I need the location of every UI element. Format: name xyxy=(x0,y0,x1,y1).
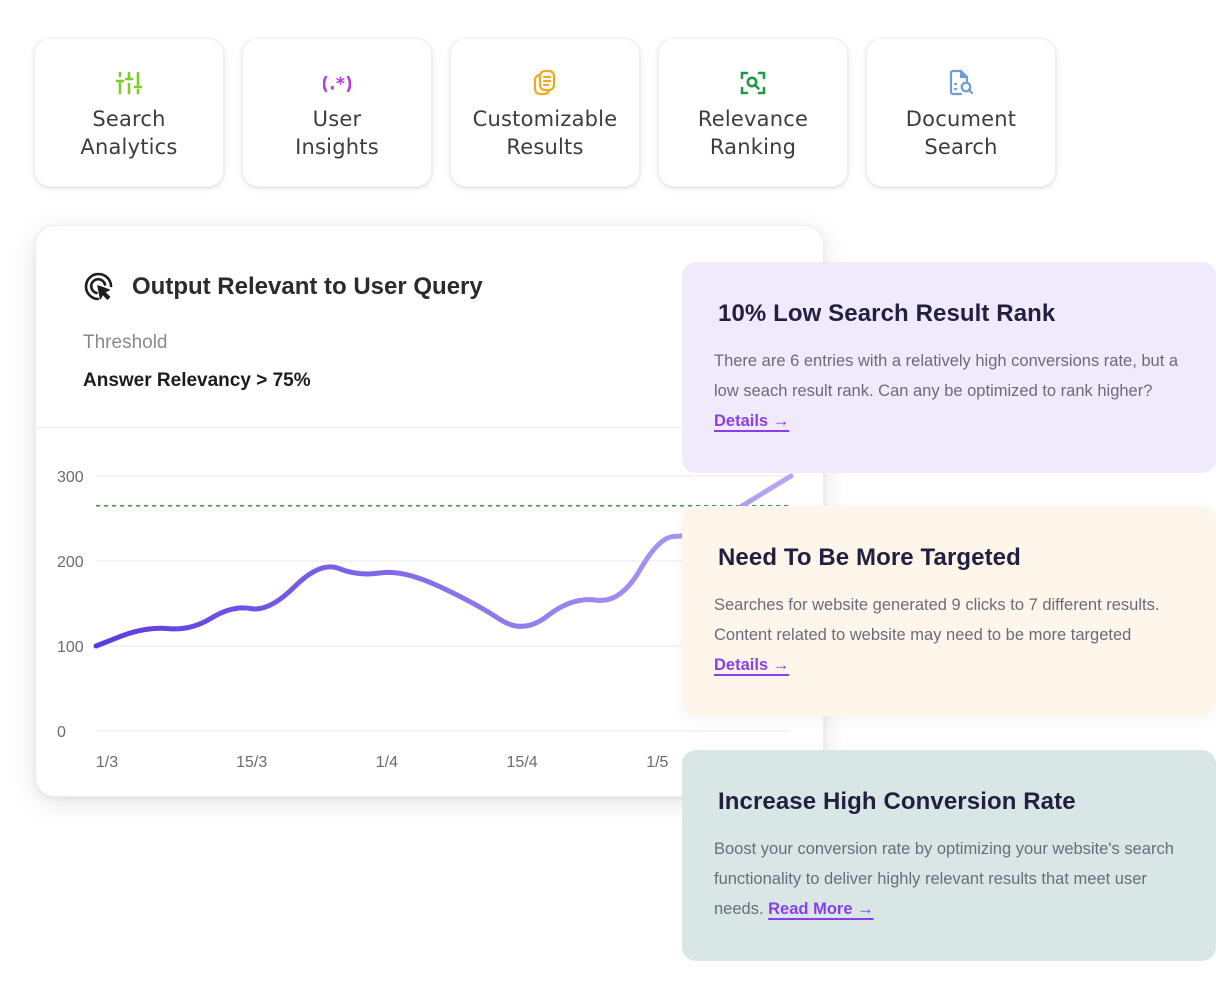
read-more-link[interactable]: Read More → xyxy=(768,900,873,918)
x-tick-label: 15/3 xyxy=(236,754,267,771)
insight-title: Need To Be More Targeted xyxy=(718,544,1021,571)
feature-label: Relevance Ranking xyxy=(697,107,809,159)
insight-card-conversion: Increase High Conversion Rate Boost your… xyxy=(682,750,1216,961)
feature-relevance-ranking[interactable]: Relevance Ranking xyxy=(658,38,848,187)
details-link[interactable]: Details → xyxy=(714,412,789,430)
feature-user-insights[interactable]: (.*) UserInsights xyxy=(242,38,432,187)
svg-text:(.*): (.*) xyxy=(323,75,351,95)
feature-customizable-results[interactable]: Customizable Results xyxy=(450,38,640,187)
insight-card-targeted: Need To Be More Targeted Searches for we… xyxy=(682,506,1216,716)
feature-label: Document Search xyxy=(905,107,1017,159)
insight-title: 10% Low Search Result Rank xyxy=(718,300,1056,327)
feature-label: Search Analytics xyxy=(80,107,178,159)
sliders-icon xyxy=(115,69,143,97)
y-tick-label: 300 xyxy=(57,469,84,486)
insight-body: Searches for website generated 9 clicks … xyxy=(714,590,1184,680)
insight-body: There are 6 entries with a relatively hi… xyxy=(714,346,1184,436)
insight-card-low-rank: 10% Low Search Result Rank There are 6 e… xyxy=(682,262,1216,473)
regex-icon: (.*) xyxy=(323,69,351,97)
insight-body-text: There are 6 entries with a relatively hi… xyxy=(714,352,1179,400)
file-search-icon xyxy=(947,69,975,97)
insight-body-text: Searches for website generated 9 clicks … xyxy=(714,596,1160,644)
feature-label: Customizable Results xyxy=(472,107,618,159)
insight-body: Boost your conversion rate by optimizing… xyxy=(714,834,1184,924)
y-tick-label: 200 xyxy=(57,554,84,571)
insight-title: Increase High Conversion Rate xyxy=(718,788,1076,815)
y-tick-label: 100 xyxy=(57,639,84,656)
documents-icon xyxy=(531,69,559,97)
x-tick-label: 1/3 xyxy=(96,754,118,771)
x-tick-label: 15/4 xyxy=(507,754,538,771)
x-tick-label: 1/5 xyxy=(646,754,668,771)
x-tick-label: 1/4 xyxy=(376,754,398,771)
feature-search-analytics[interactable]: Search Analytics xyxy=(34,38,224,187)
y-tick-label: 0 xyxy=(57,724,66,741)
feature-document-search[interactable]: Document Search xyxy=(866,38,1056,187)
feature-label: User Insights xyxy=(295,107,379,159)
details-link[interactable]: Details → xyxy=(714,656,789,674)
scan-search-icon xyxy=(739,69,767,97)
